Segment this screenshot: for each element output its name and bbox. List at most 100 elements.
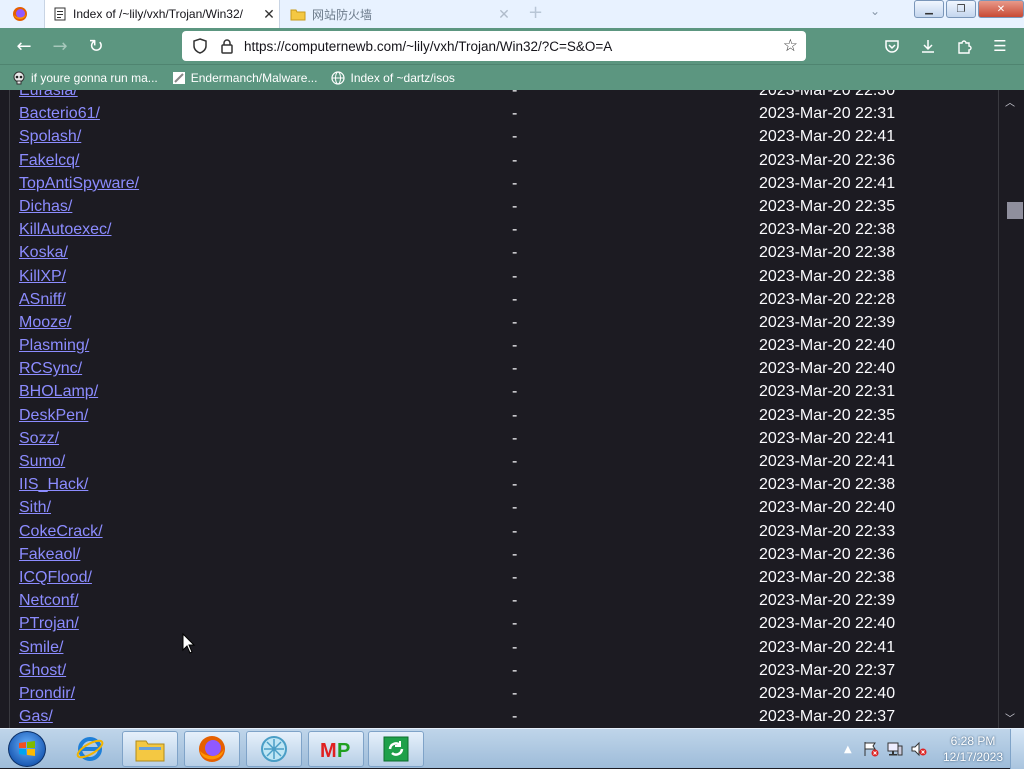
minimize-icon[interactable]: ▁: [914, 0, 944, 18]
github-icon: [172, 71, 186, 85]
size-cell: -: [512, 90, 518, 99]
directory-link[interactable]: Plasming/: [19, 337, 89, 355]
directory-link[interactable]: Prondir/: [19, 685, 75, 703]
directory-link[interactable]: KillAutoexec/: [19, 221, 112, 239]
extensions-icon[interactable]: [952, 34, 976, 58]
directory-link[interactable]: Spolash/: [19, 128, 81, 146]
directory-link[interactable]: ASniff/: [19, 291, 66, 309]
lock-icon[interactable]: [220, 38, 234, 54]
window-controls: ▁ ❐ ✕: [912, 0, 1024, 18]
bookmark-star-icon[interactable]: ☆: [783, 36, 798, 56]
download-icon[interactable]: [916, 34, 940, 58]
start-button[interactable]: [8, 731, 46, 767]
size-cell: -: [512, 244, 518, 262]
date-cell: 2023-Mar-20 22:41: [759, 638, 896, 656]
directory-link[interactable]: KillXP/: [19, 268, 66, 286]
bookmark-item[interactable]: if youre gonna run ma...: [12, 71, 158, 85]
restore-icon[interactable]: ❐: [946, 0, 976, 18]
close-window-icon[interactable]: ✕: [978, 0, 1024, 18]
clock[interactable]: 6:28 PM 12/17/2023: [940, 733, 1006, 765]
size-cell: -: [512, 522, 518, 540]
size-cell: -: [512, 592, 518, 610]
directory-link[interactable]: Ghost/: [19, 662, 66, 680]
scrollbar[interactable]: ︿ ﹀: [998, 90, 1024, 728]
directory-link[interactable]: DeskPen/: [19, 407, 88, 425]
volume-muted-icon[interactable]: [910, 741, 928, 757]
mp-icon[interactable]: MP: [308, 731, 364, 767]
scroll-down-icon[interactable]: ﹀: [1005, 710, 1015, 725]
directory-link[interactable]: BHOLamp/: [19, 383, 98, 401]
directory-link[interactable]: IIS_Hack/: [19, 476, 88, 494]
bookmark-label: Endermanch/Malware...: [190, 70, 318, 85]
size-cell: -: [512, 638, 518, 656]
tab-active[interactable]: Index of /~lily/vxh/Trojan/Win32/ ✕: [44, 0, 280, 28]
directory-link[interactable]: Fakeaol/: [19, 546, 80, 564]
file-explorer-icon[interactable]: [122, 731, 178, 767]
internet-explorer-icon[interactable]: [62, 731, 118, 767]
firefox-icon[interactable]: [184, 731, 240, 767]
url-text[interactable]: https://computernewb.com/~lily/vxh/Troja…: [244, 39, 783, 54]
new-tab-icon[interactable]: +: [528, 2, 543, 23]
network-icon[interactable]: [886, 741, 904, 757]
tab-inactive[interactable]: 网站防火墙 ✕: [284, 0, 514, 28]
show-desktop-button[interactable]: [1010, 729, 1024, 769]
date-cell: 2023-Mar-20 22:35: [759, 197, 896, 215]
table-row: IIS_Hack/ - 2023-Mar-20 22:38: [19, 474, 999, 497]
close-tab-icon[interactable]: ✕: [494, 6, 514, 23]
directory-link[interactable]: Mooze/: [19, 314, 71, 332]
back-arrow-icon[interactable]: ←: [12, 34, 36, 58]
directory-link[interactable]: Bacterio61/: [19, 105, 100, 123]
action-center-flag-icon[interactable]: [862, 741, 880, 757]
directory-link[interactable]: RCSync/: [19, 360, 82, 378]
table-row: Mooze/ - 2023-Mar-20 22:39: [19, 312, 999, 335]
directory-link[interactable]: Gas/: [19, 708, 53, 726]
forward-arrow-icon[interactable]: →: [48, 34, 72, 58]
size-cell: -: [512, 313, 518, 331]
date-cell: 2023-Mar-20 22:40: [759, 360, 896, 378]
show-hidden-icons-icon[interactable]: ▲: [844, 744, 852, 755]
refresh-app-icon[interactable]: [368, 731, 424, 767]
directory-link[interactable]: CokeCrack/: [19, 523, 103, 541]
taskbar: MP ▲ 6:28 PM 12/17/2023: [0, 728, 1024, 769]
shield-icon[interactable]: [192, 38, 208, 54]
directory-link[interactable]: Smile/: [19, 639, 63, 657]
scroll-up-icon[interactable]: ︿: [1005, 94, 1015, 109]
date-cell: 2023-Mar-20 22:38: [759, 568, 896, 586]
tab-label: 网站防火墙: [312, 7, 373, 22]
directory-link[interactable]: Dichas/: [19, 198, 72, 216]
size-cell: -: [512, 383, 518, 401]
chevron-down-icon[interactable]: ⌄: [870, 4, 880, 18]
directory-link[interactable]: Fakelcq/: [19, 152, 79, 170]
size-cell: -: [512, 406, 518, 424]
close-tab-icon[interactable]: ✕: [259, 6, 279, 23]
directory-link[interactable]: Sumo/: [19, 453, 65, 471]
app-icon[interactable]: [246, 731, 302, 767]
hamburger-menu-icon[interactable]: ☰: [988, 34, 1012, 58]
table-row: Fakelcq/ - 2023-Mar-20 22:36: [19, 150, 999, 173]
directory-link[interactable]: Koska/: [19, 244, 68, 262]
scroll-thumb[interactable]: [1007, 202, 1023, 219]
table-row: ICQFlood/ - 2023-Mar-20 22:38: [19, 567, 999, 590]
directory-link[interactable]: Sith/: [19, 499, 51, 517]
table-row: Plasming/ - 2023-Mar-20 22:40: [19, 335, 999, 358]
table-row: Sumo/ - 2023-Mar-20 22:41: [19, 451, 999, 474]
directory-link[interactable]: TopAntiSpyware/: [19, 175, 139, 193]
date-cell: 2023-Mar-20 22:41: [759, 429, 896, 447]
directory-link[interactable]: Sozz/: [19, 430, 59, 448]
table-row: Eurasia/ - 2023-Mar-20 22:30: [19, 90, 999, 103]
firefox-view-button[interactable]: [0, 0, 40, 28]
url-bar[interactable]: https://computernewb.com/~lily/vxh/Troja…: [182, 31, 806, 61]
reload-icon[interactable]: ↻: [84, 34, 108, 58]
bookmark-item[interactable]: Index of ~dartz/isos: [331, 71, 455, 85]
bookmark-item[interactable]: Endermanch/Malware...: [172, 70, 318, 85]
bookmark-label: if youre gonna run ma...: [31, 70, 158, 85]
date-cell: 2023-Mar-20 22:40: [759, 499, 896, 517]
size-cell: -: [512, 453, 518, 470]
pocket-icon[interactable]: [880, 34, 904, 58]
directory-link[interactable]: Eurasia/: [19, 90, 78, 100]
size-cell: -: [512, 197, 518, 215]
directory-link[interactable]: PTrojan/: [19, 615, 79, 633]
directory-link[interactable]: Netconf/: [19, 592, 79, 610]
date-cell: 2023-Mar-20 22:31: [759, 383, 896, 401]
directory-link[interactable]: ICQFlood/: [19, 569, 92, 587]
